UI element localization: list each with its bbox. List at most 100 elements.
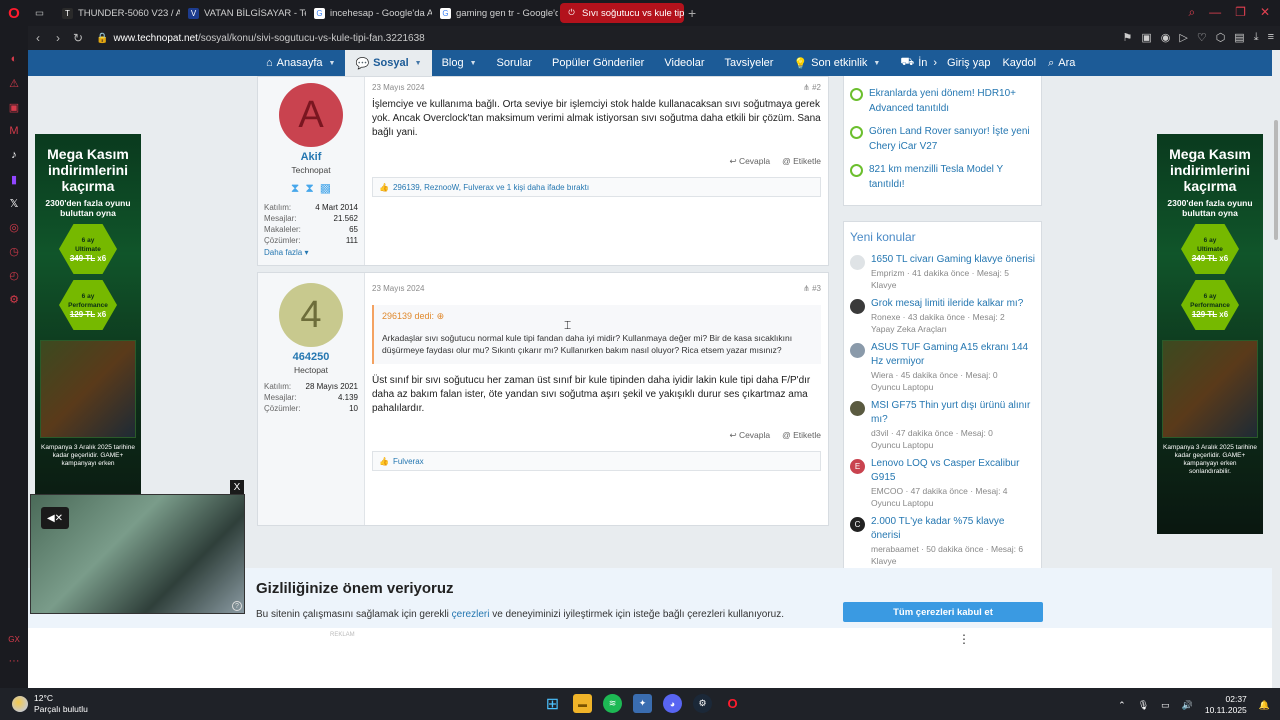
topic-forum[interactable]: Klavye bbox=[871, 279, 1035, 291]
share-icon[interactable]: ⋔ bbox=[803, 83, 810, 92]
tag-button[interactable]: @ Etiketle bbox=[782, 430, 821, 441]
hourglass-icon[interactable]: ⧗ bbox=[291, 181, 299, 196]
camera-icon[interactable]: ◉ bbox=[1161, 31, 1171, 44]
avatar[interactable]: 4 bbox=[279, 283, 343, 347]
cookie-policy-link[interactable]: çerezleri bbox=[452, 609, 490, 620]
network-icon[interactable]: ▭ bbox=[1161, 700, 1170, 711]
microphone-icon[interactable]: 🎙 bbox=[1138, 700, 1149, 711]
avatar[interactable]: A bbox=[279, 83, 343, 147]
browser-tab[interactable]: T THUNDER-5060 V23 / Am bbox=[56, 3, 180, 23]
post-date[interactable]: 23 Mayıs 2024 bbox=[372, 83, 424, 92]
messenger-icon[interactable]: M bbox=[0, 120, 28, 142]
avatar[interactable] bbox=[850, 299, 865, 314]
search-icon[interactable]: ⌕ bbox=[1188, 5, 1195, 20]
topic-list-item[interactable]: ASUS TUF Gaming A15 ekranı 144 Hz vermiy… bbox=[844, 338, 1041, 396]
new-topics-title[interactable]: Yeni konular bbox=[844, 222, 1041, 250]
nav-videolar[interactable]: Videolar bbox=[654, 50, 714, 76]
topic-list-item[interactable]: 1650 TL civarı Gaming klavye önerisi Empr… bbox=[844, 250, 1041, 294]
tag-button[interactable]: @ Etiketle bbox=[782, 156, 821, 167]
topic-forum[interactable]: Oyuncu Laptopu bbox=[871, 497, 1035, 509]
hourglass-icon[interactable]: ⧗ bbox=[305, 181, 313, 196]
topic-title[interactable]: Grok mesaj limiti ileride kalkar mı? bbox=[871, 297, 1023, 311]
floating-video-ad[interactable]: ◀✕ ? bbox=[30, 494, 245, 614]
volume-icon[interactable]: 🔊 bbox=[1182, 700, 1193, 711]
twitch-icon[interactable]: ▮ bbox=[0, 168, 28, 190]
nav-more[interactable]: ⛟ İn bbox=[890, 50, 929, 76]
mute-icon[interactable]: ◀✕ bbox=[41, 507, 69, 529]
opera-gx-taskbar-icon[interactable]: O bbox=[723, 694, 742, 713]
topic-forum[interactable]: Oyuncu Laptopu bbox=[871, 439, 1035, 451]
register-link[interactable]: Kaydol bbox=[996, 50, 1042, 76]
flow-icon[interactable]: ⚠ bbox=[0, 72, 28, 94]
extensions-icon[interactable]: ⬡ bbox=[1216, 31, 1226, 44]
chevron-down-icon[interactable]: ▼ bbox=[329, 60, 336, 67]
settings-icon[interactable]: ⚙ bbox=[0, 288, 28, 310]
browser-tab[interactable]: Ggaming gen tr - Google'd bbox=[434, 3, 558, 23]
opera-logo-icon[interactable]: O bbox=[0, 0, 28, 26]
app-icon[interactable]: ✦ bbox=[633, 694, 652, 713]
share-icon[interactable]: ⋔ bbox=[803, 284, 810, 293]
file-explorer-icon[interactable]: ▬ bbox=[573, 694, 592, 713]
download-icon[interactable]: ⤓ bbox=[1254, 31, 1259, 44]
post-number[interactable]: #3 bbox=[812, 284, 821, 293]
nav-son-etkinlik[interactable]: 💡 Son etkinlik ▼ bbox=[783, 50, 890, 76]
more-options-icon[interactable]: ⋮ bbox=[958, 632, 970, 646]
topic-title[interactable]: MSI GF75 Thin yurt dışı ürünü alınır mı? bbox=[871, 399, 1035, 427]
reload-button[interactable]: ↻ bbox=[68, 31, 88, 45]
browser-tab[interactable]: ⏻ Sıvı soğutucu vs kule tipi bbox=[560, 3, 684, 23]
page-scrollbar[interactable] bbox=[1272, 50, 1280, 688]
avatar[interactable] bbox=[850, 255, 865, 270]
nav-blog[interactable]: Blog ▼ bbox=[432, 50, 487, 76]
nav-anasayfa[interactable]: ⌂ Anasayfa ▼ bbox=[256, 50, 345, 76]
post-username[interactable]: 464250 bbox=[258, 351, 364, 363]
tab-workspaces[interactable]: ▭ bbox=[28, 3, 54, 23]
pinboard-icon[interactable]: ◎ bbox=[0, 216, 28, 238]
bookmark-icon[interactable]: ⚑ bbox=[1122, 31, 1132, 44]
wallet-icon[interactable]: ▤ bbox=[1234, 31, 1244, 44]
topic-list-item[interactable]: MSI GF75 Thin yurt dışı ürünü alınır mı?… bbox=[844, 396, 1041, 454]
play-icon[interactable]: ▷ bbox=[1179, 31, 1187, 44]
snapshot-icon[interactable]: ▣ bbox=[1141, 31, 1151, 44]
search-link[interactable]: ⌕ Ara bbox=[1042, 50, 1081, 76]
avatar[interactable]: C bbox=[850, 517, 865, 532]
chevron-down-icon[interactable]: ▼ bbox=[470, 60, 477, 67]
chevron-up-icon[interactable]: ⌃ bbox=[1118, 700, 1126, 711]
topic-list-item[interactable]: C 2.000 TL'ye kadar %75 klavye önerisi mer… bbox=[844, 512, 1041, 570]
login-link[interactable]: Giriş yap bbox=[941, 50, 996, 76]
chevron-down-icon[interactable]: ▼ bbox=[873, 60, 880, 67]
avatar[interactable]: E bbox=[850, 459, 865, 474]
history-icon[interactable]: ◷ bbox=[0, 240, 28, 262]
maximize-button[interactable]: ❐ bbox=[1235, 5, 1246, 20]
browser-tab[interactable]: V VATAN BİLGİSAYAR - Tek bbox=[182, 3, 306, 23]
aria-icon[interactable]: ◐ bbox=[0, 48, 28, 70]
topic-title[interactable]: 2.000 TL'ye kadar %75 klavye önerisi bbox=[871, 515, 1035, 543]
reactions-bar[interactable]: 👍 Fulverax bbox=[372, 451, 821, 471]
post-date[interactable]: 23 Mayıs 2024 bbox=[372, 284, 424, 293]
downloads-icon[interactable]: ◴ bbox=[0, 264, 28, 286]
close-video-button[interactable]: X bbox=[230, 480, 244, 494]
news-item[interactable]: 821 km menzilli Tesla Model Y tanıtıldı! bbox=[844, 158, 1041, 196]
close-window-button[interactable]: ✕ bbox=[1260, 5, 1270, 20]
chevron-down-icon[interactable]: ▼ bbox=[415, 60, 422, 67]
scrollbar-thumb[interactable] bbox=[1274, 120, 1278, 240]
start-button[interactable]: ⊞ bbox=[543, 694, 562, 713]
minimize-button[interactable]: — bbox=[1209, 5, 1221, 20]
right-ad-banner[interactable]: Mega Kasım indirimlerini kaçırma 2300'de… bbox=[1157, 134, 1263, 534]
post-number[interactable]: #2 bbox=[812, 83, 821, 92]
notifications-icon[interactable]: 🔔 bbox=[1259, 700, 1270, 711]
accept-all-cookies-button[interactable]: Tüm çerezleri kabul et bbox=[843, 602, 1043, 622]
post-username[interactable]: Akif bbox=[258, 151, 364, 163]
reactions-bar[interactable]: 👍 296139, ReznooW, Fulverax ve 1 kişi dah… bbox=[372, 177, 821, 197]
more-icon[interactable]: ··· bbox=[0, 650, 28, 672]
browser-tab[interactable]: Gincehesap - Google'da Ar bbox=[308, 3, 432, 23]
news-item[interactable]: Ekranlarda yeni dönem! HDR10+ Advanced t… bbox=[844, 76, 1041, 120]
news-item[interactable]: Gören Land Rover sanıyor! İşte yeni Cher… bbox=[844, 120, 1041, 158]
nav-scroll-right[interactable]: › bbox=[929, 50, 941, 76]
steam-icon[interactable]: ⚙ bbox=[693, 694, 712, 713]
topic-title[interactable]: Lenovo LOQ vs Casper Excalibur G915 bbox=[871, 457, 1035, 485]
topic-title[interactable]: 1650 TL civarı Gaming klavye önerisi bbox=[871, 253, 1035, 267]
nav-tavsiyeler[interactable]: Tavsiyeler bbox=[715, 50, 784, 76]
reply-button[interactable]: ↩ Cevapla bbox=[729, 430, 770, 441]
nav-sosyal[interactable]: 💬 Sosyal ▼ bbox=[345, 50, 432, 76]
discord-icon[interactable]: ◕ bbox=[663, 694, 682, 713]
